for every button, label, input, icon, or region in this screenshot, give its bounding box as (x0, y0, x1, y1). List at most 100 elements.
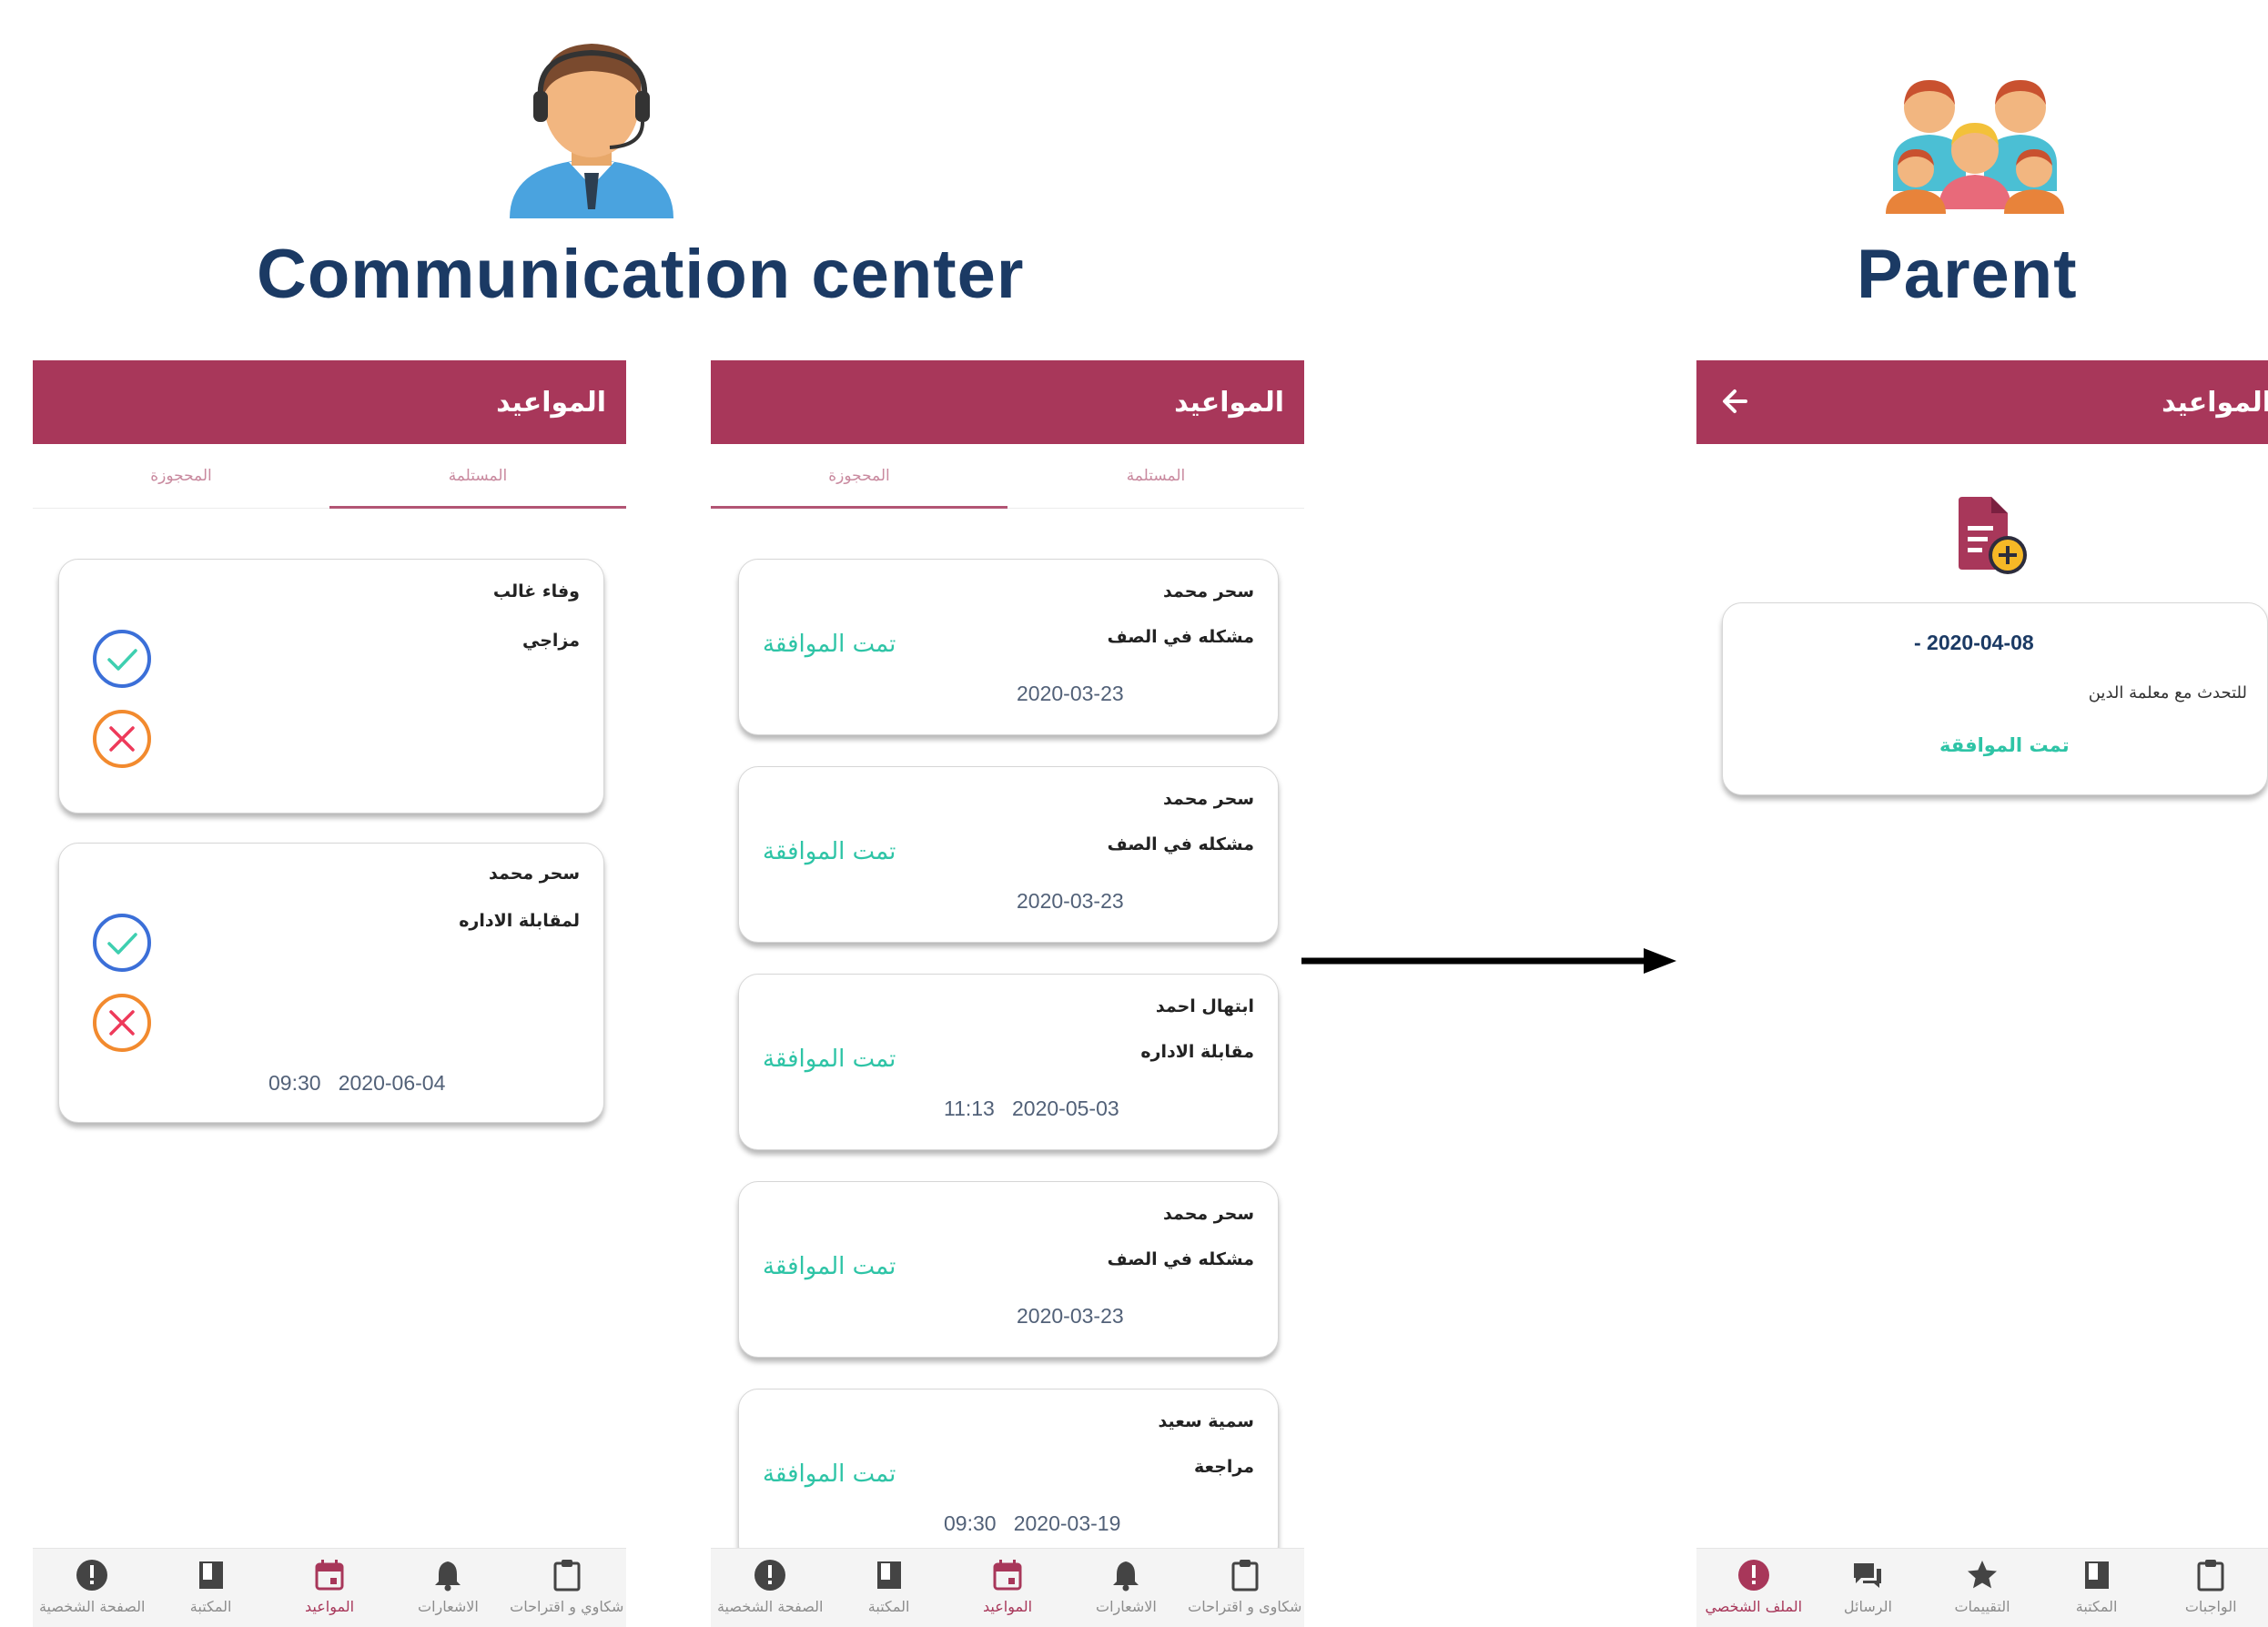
tab-reserved[interactable]: المحجوزة (711, 444, 1007, 509)
requester-name: سمية سعيد (1158, 1411, 1254, 1431)
book-icon (876, 1561, 901, 1589)
app-bar: المواعيد (1696, 360, 2268, 444)
accept-check-icon[interactable] (92, 629, 152, 689)
bottom-navigation: الصفحة الشخصية المكتبة المواعيد الاشعارا… (711, 1548, 1304, 1627)
nav-notifications[interactable]: الاشعارات (389, 1549, 507, 1627)
appointment-reason: مقابلة الاداره (1140, 1042, 1254, 1062)
appointment-reason: للتحدث مع معلمة الدين (2088, 683, 2247, 702)
bell-icon (435, 1561, 461, 1592)
nav-messages[interactable]: الرسائل (1811, 1549, 1926, 1627)
requester-name: سحر محمد (1163, 789, 1254, 809)
nav-complaints[interactable]: شكاوى و اقتراحات (1186, 1549, 1304, 1627)
tab-bar: المحجوزة المستلمة (33, 444, 626, 509)
nav-label: الصفحة الشخصية (38, 1598, 146, 1615)
clipboard-icon (1231, 1560, 1259, 1592)
flow-arrow-icon (1301, 948, 1676, 974)
nav-ratings[interactable]: التقييمات (1925, 1549, 2040, 1627)
nav-library[interactable]: المكتبة (2040, 1549, 2154, 1627)
book-icon (198, 1561, 223, 1589)
nav-label: التقييمات (1954, 1598, 2010, 1615)
requester-name: سحر محمد (1163, 1204, 1254, 1224)
chat-icon (1854, 1563, 1882, 1588)
appointment-datetime: 09:30 2020-03-19 (944, 1511, 1121, 1535)
appointment-datetime: 09:30 2020-06-04 (268, 1071, 446, 1095)
parent-heading: Parent (1857, 236, 2078, 313)
reject-cross-icon[interactable] (92, 709, 152, 769)
appointment-reason: مشكله في الصف (1107, 834, 1254, 854)
app-bar: المواعيد (33, 360, 626, 444)
appointment-card: سحر محمد مشكله في الصف تمت الموافقة 2020… (738, 1181, 1279, 1358)
nav-homework[interactable]: الواجبات (2153, 1549, 2268, 1627)
appointment-card: وفاء غالب مزاجي (58, 559, 604, 814)
nav-library[interactable]: المكتبة (829, 1549, 947, 1627)
appointment-datetime: 2020-03-23 (1017, 889, 1124, 913)
app-bar-title: المواعيد (2162, 386, 2268, 419)
approved-status: تمت الموافقة (763, 1460, 896, 1488)
approved-status: تمت الموافقة (763, 1046, 896, 1073)
approved-status: تمت الموافقة (1939, 734, 2070, 756)
appointment-reason: مزاجي (521, 631, 580, 651)
call-center-agent-icon (510, 44, 673, 218)
communication-center-heading: Communication center (257, 236, 1025, 313)
nav-label: الواجبات (2184, 1598, 2237, 1615)
nav-label: المواعيد (304, 1598, 355, 1615)
nav-label: الملف الشخصي (1705, 1598, 1803, 1615)
accept-check-icon[interactable] (92, 913, 152, 973)
appointment-card: سمية سعيد مراجعة تمت الموافقة 09:30 2020… (738, 1389, 1279, 1565)
nav-profile[interactable]: الصفحة الشخصية (711, 1549, 829, 1627)
family-group-icon (1886, 80, 2064, 214)
appointment-reason: مشكله في الصف (1107, 1249, 1254, 1269)
nav-label: شكاوى و اقتراحات (1188, 1598, 1302, 1615)
appointment-card: سحر محمد مشكله في الصف تمت الموافقة 2020… (738, 766, 1279, 943)
back-arrow-icon[interactable] (1713, 379, 1758, 424)
tab-received[interactable]: المستلمة (1007, 444, 1304, 508)
appointment-reason: مشكله في الصف (1107, 627, 1254, 647)
nav-complaints[interactable]: شكاوي و اقتراحات (508, 1549, 626, 1627)
alert-circle-icon (76, 1560, 108, 1591)
nav-label: شكاوي و اقتراحات (510, 1598, 624, 1615)
star-icon (1967, 1561, 1997, 1589)
calendar-icon (993, 1560, 1022, 1591)
add-document-icon[interactable] (1951, 495, 2030, 577)
appointment-datetime: 2020-03-23 (1017, 1304, 1124, 1328)
nav-label: الصفحة الشخصية (716, 1598, 824, 1615)
appointment-reason: لمقابلة الاداره (459, 911, 580, 931)
nav-appointments[interactable]: المواعيد (270, 1549, 389, 1627)
book-icon (2084, 1561, 2109, 1589)
alert-circle-icon (1737, 1560, 1769, 1591)
bottom-navigation: الصفحة الشخصية المكتبة المواعيد الاشعارا… (33, 1548, 626, 1627)
nav-profile[interactable]: الصفحة الشخصية (33, 1549, 151, 1627)
tab-reserved[interactable]: المحجوزة (33, 444, 329, 508)
bell-icon (1113, 1561, 1139, 1592)
nav-notifications[interactable]: الاشعارات (1067, 1549, 1185, 1627)
app-bar-title: المواعيد (496, 386, 606, 419)
appointment-card: - 2020-04-08 للتحدث مع معلمة الدين تمت ا… (1722, 602, 2268, 795)
appointment-date: - 2020-04-08 (1914, 631, 2034, 654)
nav-library[interactable]: المكتبة (151, 1549, 269, 1627)
requester-name: سحر محمد (489, 864, 580, 884)
appointment-reason: مراجعة (1193, 1457, 1254, 1477)
requester-name: ابتهال احمد (1155, 996, 1254, 1016)
alert-circle-icon (754, 1560, 786, 1591)
tab-received[interactable]: المستلمة (329, 444, 626, 509)
requester-name: سحر محمد (1163, 581, 1254, 601)
nav-label: الاشعارات (1096, 1598, 1157, 1615)
nav-profile[interactable]: الملف الشخصي (1696, 1549, 1811, 1627)
nav-label: الرسائل (1843, 1598, 1892, 1615)
approved-status: تمت الموافقة (763, 838, 896, 865)
calendar-icon (315, 1560, 344, 1591)
nav-label: المكتبة (2075, 1598, 2118, 1615)
requester-name: وفاء غالب (492, 581, 580, 601)
appointment-card: سحر محمد مشكله في الصف تمت الموافقة 2020… (738, 559, 1279, 735)
bottom-navigation: الملف الشخصي الرسائل التقييمات المكتبة ا… (1696, 1548, 2268, 1627)
appointment-card: ابتهال احمد مقابلة الاداره تمت الموافقة … (738, 974, 1279, 1150)
approved-status: تمت الموافقة (763, 631, 896, 658)
app-bar-title: المواعيد (1174, 386, 1284, 419)
nav-appointments[interactable]: المواعيد (948, 1549, 1067, 1627)
reject-cross-icon[interactable] (92, 993, 152, 1053)
phone-parent-appointments: المواعيد - 2020-04-08 للتحدث مع معلمة ال… (1696, 360, 2268, 1627)
phone-received-appointments: المواعيد المحجوزة المستلمة وفاء غالب مزا… (33, 360, 626, 1627)
tab-bar: المحجوزة المستلمة (711, 444, 1304, 509)
phone-reserved-appointments: المواعيد المحجوزة المستلمة سحر محمد مشكل… (711, 360, 1304, 1627)
nav-label: المواعيد (982, 1598, 1033, 1615)
